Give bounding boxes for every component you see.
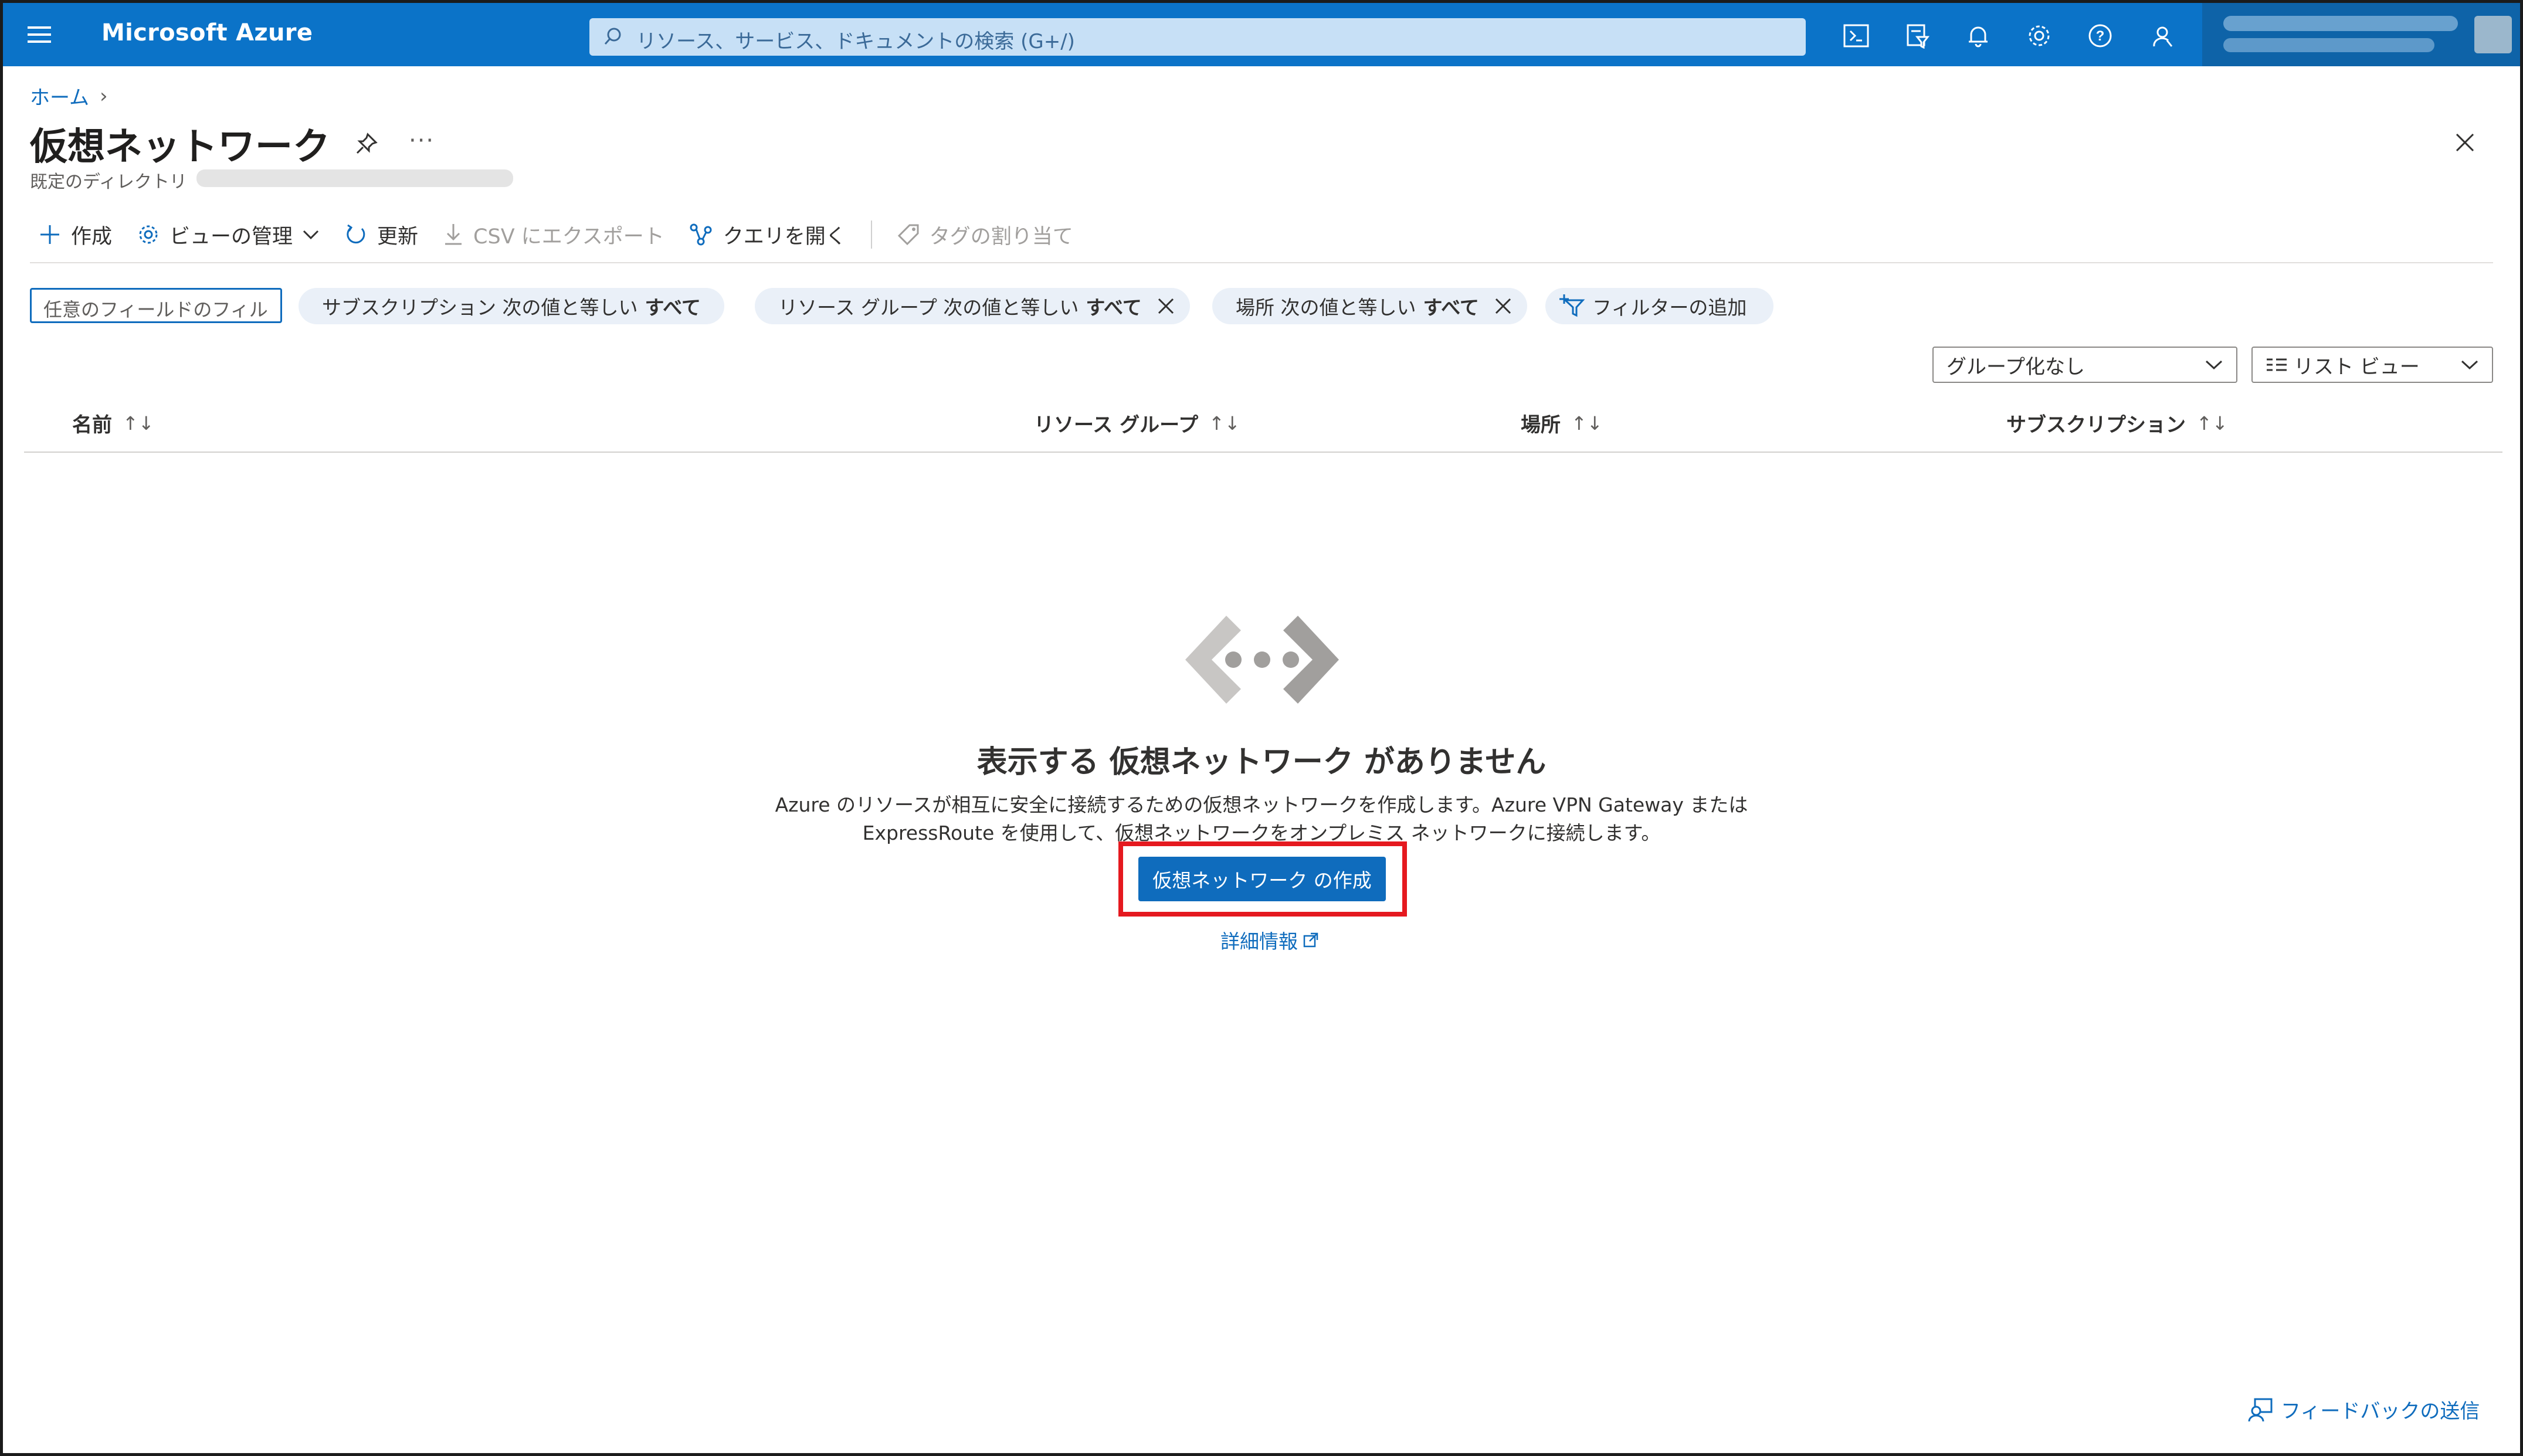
refresh-button[interactable]: 更新 <box>344 220 418 250</box>
assign-tags-label: タグの割り当て <box>929 225 1073 249</box>
account-directory-redacted <box>2223 38 2434 52</box>
brand-title[interactable]: Microsoft Azure <box>101 19 313 46</box>
create-button[interactable]: 作成 <box>38 220 112 250</box>
tag-icon <box>897 224 919 246</box>
create-label: 作成 <box>71 225 113 249</box>
subscription-filter-label: サブスクリプション 次の値と等しい <box>322 296 638 319</box>
remove-filter-icon[interactable] <box>1157 297 1175 315</box>
column-header-label: サブスクリプション <box>2006 413 2186 437</box>
learn-more-label: 詳細情報 <box>1220 930 1298 953</box>
column-header-label: リソース グループ <box>1034 413 1199 437</box>
column-header-subscription[interactable]: サブスクリプション ↑↓ <box>2006 409 2228 437</box>
manage-view-button[interactable]: ビューの管理 <box>137 220 320 250</box>
column-header-label: 名前 <box>72 413 112 437</box>
page-title: 仮想ネットワーク <box>30 125 330 169</box>
column-header-label: 場所 <box>1521 413 1561 437</box>
chevron-down-icon <box>2205 360 2223 370</box>
cloud-shell-icon[interactable] <box>1841 21 1871 51</box>
page-subtitle: 既定のディレクトリ <box>30 172 187 192</box>
download-icon <box>445 224 462 245</box>
notifications-icon[interactable] <box>1963 21 1993 51</box>
chevron-down-icon <box>2461 360 2478 370</box>
sort-icon[interactable]: ↑↓ <box>2196 412 2228 435</box>
column-header-name[interactable]: 名前 ↑↓ <box>72 409 154 437</box>
plus-icon <box>40 225 59 244</box>
send-feedback-label: フィードバックの送信 <box>2281 1400 2480 1423</box>
gear-icon <box>139 225 158 244</box>
account-menu[interactable] <box>2202 3 2520 66</box>
view-mode-dropdown[interactable]: リスト ビュー <box>2251 347 2493 383</box>
search-placeholder: リソース、サービス、ドキュメントの検索 (G+/) <box>636 30 1075 53</box>
open-query-button[interactable]: クエリを開く <box>689 220 846 250</box>
virtual-network-icon <box>1185 613 1339 709</box>
column-header-location[interactable]: 場所 ↑↓ <box>1521 409 1603 437</box>
add-filter-button[interactable]: フィルターの追加 <box>1545 288 1774 324</box>
sort-icon[interactable]: ↑↓ <box>1209 412 1240 435</box>
table-header-divider <box>24 452 2502 453</box>
empty-state-title: 表示する 仮想ネットワーク がありません <box>976 745 1547 780</box>
refresh-label: 更新 <box>377 225 419 249</box>
pin-icon[interactable] <box>355 132 378 158</box>
svg-text:?: ? <box>2096 28 2105 44</box>
resource-group-filter-value: すべて <box>1086 296 1142 319</box>
sort-icon[interactable]: ↑↓ <box>123 412 154 435</box>
grouping-value: グループ化なし <box>1946 355 2085 379</box>
query-icon <box>690 223 712 246</box>
chevron-right-icon: › <box>99 84 108 108</box>
filter-input[interactable]: 任意のフィールドのフィル <box>30 288 282 323</box>
top-nav-bar: Microsoft Azure リソース、サービス、ドキュメントの検索 (G+/… <box>3 3 2520 66</box>
assign-tags-button[interactable]: タグの割り当て <box>897 220 1073 250</box>
toolbar-separator <box>870 220 872 249</box>
help-icon[interactable]: ? <box>2085 21 2115 51</box>
grouping-dropdown[interactable]: グループ化なし <box>1932 347 2237 383</box>
command-bar: 作成 ビューの管理 更新 CSV にエクスポート クエリを開く タグの割り当て <box>38 214 1098 255</box>
add-filter-icon <box>1559 294 1585 317</box>
open-query-label: クエリを開く <box>723 225 846 249</box>
manage-view-label: ビューの管理 <box>169 225 293 249</box>
add-filter-label: フィルターの追加 <box>1592 296 1747 319</box>
export-csv-button[interactable]: CSV にエクスポート <box>443 220 664 250</box>
learn-more-link[interactable]: 詳細情報 <box>1220 926 1319 954</box>
feedback-icon[interactable] <box>2146 21 2176 51</box>
directory-filter-icon[interactable] <box>1902 21 1932 51</box>
account-email-redacted <box>2223 16 2458 31</box>
feedback-icon <box>2248 1398 2273 1421</box>
subscription-filter-pill[interactable]: サブスクリプション 次の値と等しい すべて <box>299 288 724 324</box>
chevron-down-icon <box>303 230 319 240</box>
global-search-input[interactable]: リソース、サービス、ドキュメントの検索 (G+/) <box>589 18 1806 56</box>
avatar[interactable] <box>2474 16 2512 53</box>
sort-icon[interactable]: ↑↓ <box>1571 412 1603 435</box>
remove-filter-icon[interactable] <box>1494 297 1512 315</box>
subscription-filter-value: すべて <box>645 296 701 319</box>
directory-name-redacted <box>196 169 513 187</box>
location-filter-label: 場所 次の値と等しい <box>1236 296 1416 319</box>
menu-icon[interactable] <box>24 21 55 49</box>
external-link-icon <box>1303 932 1318 948</box>
refresh-icon <box>347 224 365 244</box>
list-view-icon <box>2267 358 2287 371</box>
location-filter-value: すべて <box>1423 296 1479 319</box>
empty-state-description: Azure のリソースが相互に安全に接続するための仮想ネットワークを作成します。… <box>648 791 1875 847</box>
command-bar-divider <box>30 262 2493 263</box>
send-feedback-link[interactable]: フィードバックの送信 <box>2248 1395 2480 1424</box>
search-icon <box>604 28 621 45</box>
export-csv-label: CSV にエクスポート <box>473 225 664 249</box>
resource-group-filter-pill[interactable]: リソース グループ 次の値と等しい すべて <box>755 288 1190 324</box>
column-header-resource-group[interactable]: リソース グループ ↑↓ <box>1034 409 1240 437</box>
location-filter-pill[interactable]: 場所 次の値と等しい すべて <box>1212 288 1527 324</box>
settings-icon[interactable] <box>2024 21 2054 51</box>
more-options-icon[interactable]: ··· <box>409 127 435 154</box>
view-mode-value: リスト ビュー <box>2294 355 2420 379</box>
empty-state-description-line: Azure のリソースが相互に安全に接続するための仮想ネットワークを作成します。… <box>775 793 1748 816</box>
breadcrumb-home-link[interactable]: ホーム <box>30 82 89 110</box>
close-icon[interactable] <box>2454 132 2475 155</box>
breadcrumb: ホーム › <box>30 82 108 110</box>
create-virtual-network-button[interactable]: 仮想ネットワーク の作成 <box>1138 857 1386 901</box>
resource-group-filter-label: リソース グループ 次の値と等しい <box>778 296 1079 319</box>
